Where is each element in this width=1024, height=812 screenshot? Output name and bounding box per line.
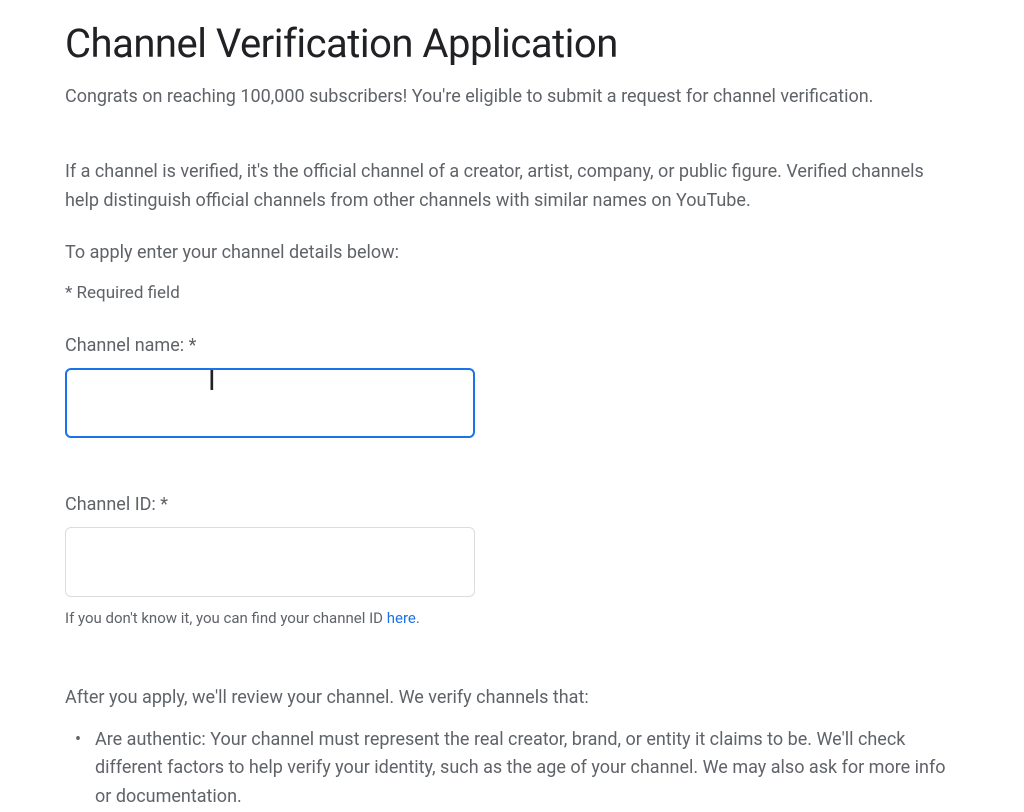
channel-id-label: Channel ID: * [65,494,959,515]
review-heading: After you apply, we'll review your chann… [65,687,959,708]
subtitle-text: Congrats on reaching 100,000 subscribers… [65,83,959,110]
instruction-text: To apply enter your channel details belo… [65,242,959,263]
find-channel-id-link[interactable]: here [387,609,416,627]
helper-prefix: If you don't know it, you can find your … [65,609,387,627]
channel-name-field-group: Channel name: * [65,335,959,442]
channel-id-field-group: Channel ID: * If you don't know it, you … [65,494,959,627]
channel-name-label: Channel name: * [65,335,959,356]
helper-suffix: . [416,609,420,627]
page-title: Channel Verification Application [65,20,959,67]
channel-id-input[interactable] [65,527,475,597]
required-field-note: * Required field [65,283,959,303]
review-criteria-list: Are authentic: Your channel must represe… [65,726,959,812]
description-text: If a channel is verified, it's the offic… [65,158,959,216]
channel-name-input[interactable] [65,368,475,438]
list-item: Are authentic: Your channel must represe… [83,726,959,812]
channel-id-helper: If you don't know it, you can find your … [65,609,959,627]
